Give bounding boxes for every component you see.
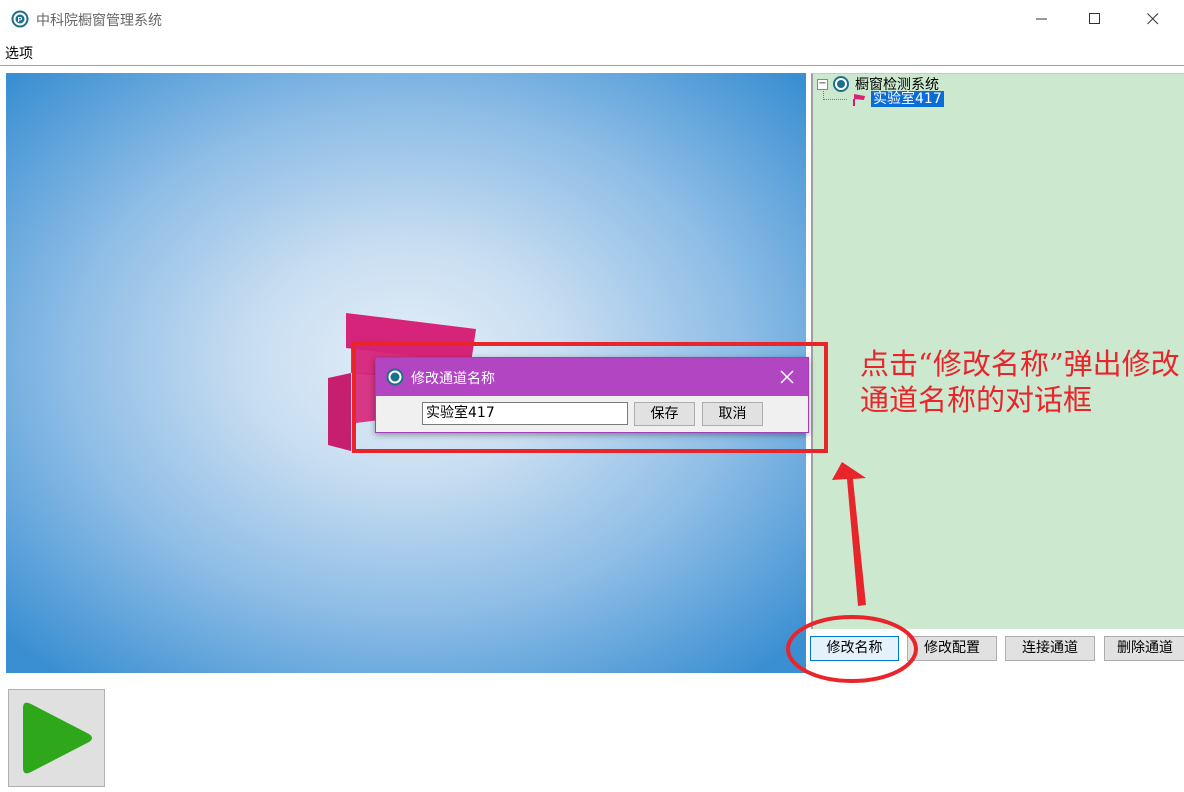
system-node-icon: [833, 76, 849, 92]
menu-options[interactable]: 选项: [5, 43, 33, 63]
play-button[interactable]: [8, 689, 105, 787]
app-logo-icon: P: [11, 10, 29, 28]
maximize-button[interactable]: [1066, 0, 1124, 38]
svg-text:P: P: [18, 17, 23, 24]
annotation-line-1: 点击“修改名称”弹出修改: [860, 347, 1180, 381]
play-icon: [23, 702, 92, 774]
tree-collapse-toggle[interactable]: −: [817, 79, 828, 90]
annotation-highlight-box: [352, 342, 828, 453]
minimize-button[interactable]: [1013, 0, 1071, 38]
camera-node-icon: [851, 91, 867, 107]
connect-channel-button[interactable]: 连接通道: [1005, 636, 1095, 661]
window-title: 中科院橱窗管理系统: [36, 13, 162, 29]
tree-item-channel[interactable]: 实验室417: [871, 91, 944, 107]
annotation-line-2: 通道名称的对话框: [860, 383, 1093, 417]
title-bar: P 中科院橱窗管理系统: [0, 0, 1184, 38]
close-button[interactable]: [1124, 0, 1182, 38]
app-window: P 中科院橱窗管理系统 选项 − 橱窗检测系统 实验室417 修改名称 修改配置…: [0, 0, 1184, 792]
delete-channel-button[interactable]: 删除通道: [1104, 636, 1184, 661]
maximize-icon: [1089, 13, 1100, 24]
menu-bar: 选项: [0, 38, 1184, 66]
rename-button[interactable]: 修改名称: [810, 636, 899, 661]
annotation-text: 点击“修改名称”弹出修改 通道名称的对话框: [860, 346, 1180, 418]
minimize-icon: [1036, 18, 1047, 20]
close-icon: [1147, 13, 1159, 25]
tree-connector: [823, 91, 847, 100]
edit-config-button[interactable]: 修改配置: [907, 636, 997, 661]
